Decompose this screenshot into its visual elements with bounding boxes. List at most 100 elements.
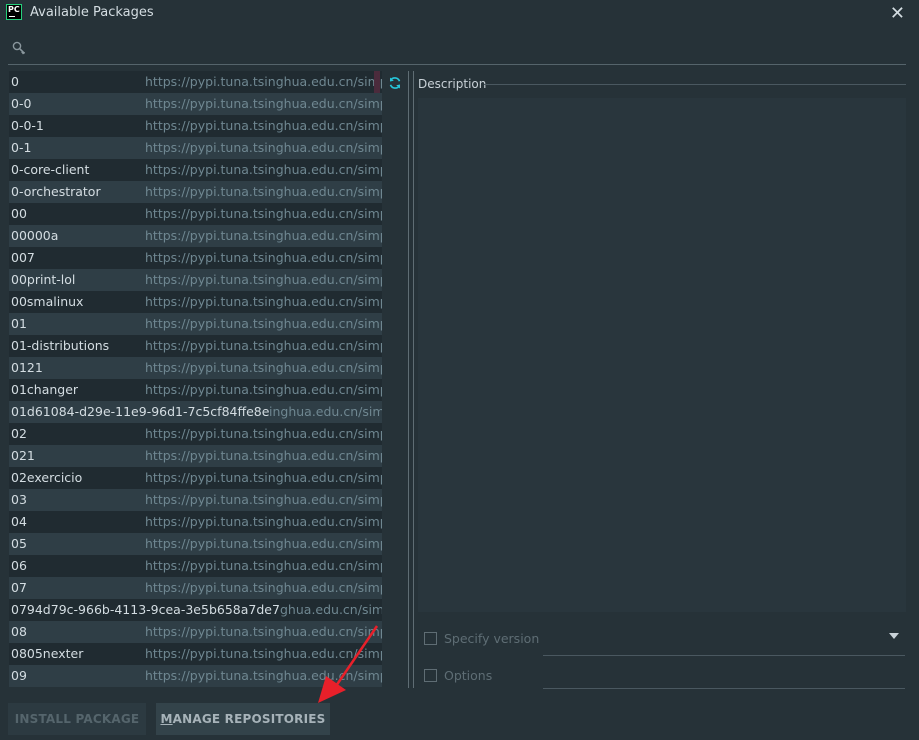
package-repo-url: https://pypi.tuna.tsinghua.edu.cn/simple… [145,492,382,507]
package-row[interactable]: https://pypi.tuna.tsinghua.edu.cn/simple… [9,159,382,181]
package-repo-url: https://pypi.tuna.tsinghua.edu.cn/simple… [145,250,382,265]
package-name: 007 [11,250,35,265]
package-row[interactable]: https://pypi.tuna.tsinghua.edu.cn/simple… [9,379,382,401]
package-name: 09 [11,668,27,683]
manage-repositories-button[interactable]: MANAGE REPOSITORIES [156,703,330,735]
package-repo-url: https://pypi.tuna.tsinghua.edu.cn/simple… [145,338,382,353]
package-repo-url: https://pypi.tuna.tsinghua.edu.cn/simple… [145,558,382,573]
package-repo-url: https://pypi.tuna.tsinghua.edu.cn/simple… [145,360,382,375]
package-row[interactable]: https://pypi.tuna.tsinghua.edu.cn/simple… [9,93,382,115]
package-repo-url: https://pypi.tuna.tsinghua.edu.cn/simple… [145,294,382,309]
refresh-icon[interactable] [388,76,402,90]
package-row[interactable]: https://pypi.tuna.tsinghua.edu.cn/simple… [9,555,382,577]
package-name: 00000a [11,228,59,243]
package-name: 01 [11,316,27,331]
package-repo-url: https://pypi.tuna.tsinghua.edu.cn/simple… [145,162,382,177]
package-row[interactable]: https://pypi.tuna.tsinghua.edu.cn/simple… [9,247,382,269]
pycharm-logo-icon: PC [6,4,22,20]
chevron-down-icon[interactable] [889,633,899,639]
package-name: 01d61084-d29e-11e9-96d1-7c5cf84ffe8e [11,404,270,419]
options-input[interactable] [543,688,905,689]
package-row[interactable]: https://pypi.tuna.tsinghua.edu.cn/simple… [9,137,382,159]
package-row[interactable]: https://pypi.tuna.tsinghua.edu.cn/simple… [9,467,382,489]
package-name: 0 [11,74,19,89]
package-row[interactable]: https://pypi.tuna.tsinghua.edu.cn/simple… [9,269,382,291]
package-name: 0121 [11,360,43,375]
panel-splitter[interactable] [408,71,414,688]
package-row[interactable]: https://pypi.tuna.tsinghua.edu.cn/simple… [9,665,382,687]
search-icon [12,41,26,55]
package-row[interactable]: https://pypi.tuna.tsinghua.edu.cn/simple… [9,489,382,511]
package-list[interactable]: https://pypi.tuna.tsinghua.edu.cn/simple… [9,71,382,687]
options-checkbox[interactable] [424,669,437,682]
package-name: 021 [11,448,35,463]
package-row[interactable]: https://pypi.tuna.tsinghua.edu.cn/simple… [9,71,382,93]
package-name: 05 [11,536,27,551]
package-row[interactable]: https://pypi.tuna.tsinghua.edu.cn/simple… [9,225,382,247]
package-name: 06 [11,558,27,573]
package-row[interactable]: https://pypi.tuna.tsinghua.edu.cn/simple… [9,621,382,643]
package-row[interactable]: https://pypi.tuna.tsinghua.edu.cn/simple… [9,203,382,225]
version-combo[interactable] [543,655,905,656]
package-row[interactable]: https://pypi.tuna.tsinghua.edu.cn/simple… [9,335,382,357]
package-repo-url: https://pypi.tuna.tsinghua.edu.cn/simple… [145,228,382,243]
install-package-button[interactable]: INSTALL PACKAGE [8,703,146,735]
package-row[interactable]: inghua.edu.cn/simple/01d61084-d29e-11e9-… [9,401,382,423]
package-name: 0-0-1 [11,118,44,133]
package-row[interactable]: https://pypi.tuna.tsinghua.edu.cn/simple… [9,511,382,533]
package-repo-url: https://pypi.tuna.tsinghua.edu.cn/simple… [145,646,382,661]
package-row[interactable]: https://pypi.tuna.tsinghua.edu.cn/simple… [9,115,382,137]
package-name: 00 [11,206,27,221]
package-name: 01changer [11,382,79,397]
package-row[interactable]: https://pypi.tuna.tsinghua.edu.cn/simple… [9,577,382,599]
package-name: 0794d79c-966b-4113-9cea-3e5b658a7de7 [11,602,280,617]
package-row[interactable]: https://pypi.tuna.tsinghua.edu.cn/simple… [9,313,382,335]
package-row[interactable]: https://pypi.tuna.tsinghua.edu.cn/simple… [9,181,382,203]
package-repo-url: https://pypi.tuna.tsinghua.edu.cn/simple… [145,668,382,683]
package-repo-url: https://pypi.tuna.tsinghua.edu.cn/simple… [145,184,382,199]
search-field[interactable] [8,36,906,65]
package-repo-url: https://pypi.tuna.tsinghua.edu.cn/simple… [145,514,382,529]
package-name: 04 [11,514,27,529]
package-name: 07 [11,580,27,595]
package-name: 00smalinux [11,294,84,309]
description-divider [484,84,906,85]
description-panel [418,98,906,612]
package-name: 02 [11,426,27,441]
package-name: 0-1 [11,140,32,155]
package-name: 00print-lol [11,272,76,287]
package-repo-url: https://pypi.tuna.tsinghua.edu.cn/simple… [145,470,382,485]
package-row[interactable]: https://pypi.tuna.tsinghua.edu.cn/simple… [9,291,382,313]
package-repo-url: https://pypi.tuna.tsinghua.edu.cn/simple… [145,206,382,221]
package-row[interactable]: https://pypi.tuna.tsinghua.edu.cn/simple… [9,533,382,555]
package-row[interactable]: https://pypi.tuna.tsinghua.edu.cn/simple… [9,643,382,665]
selection-marker [374,71,380,93]
package-row[interactable]: https://pypi.tuna.tsinghua.edu.cn/simple… [9,357,382,379]
package-repo-url: ghua.edu.cn/simple/ [280,602,382,617]
package-repo-url: https://pypi.tuna.tsinghua.edu.cn/simple… [145,74,382,89]
package-repo-url: https://pypi.tuna.tsinghua.edu.cn/simple… [145,272,382,287]
specify-version-label: Specify version [444,631,540,646]
package-name: 0805nexter [11,646,84,661]
package-repo-url: https://pypi.tuna.tsinghua.edu.cn/simple… [145,426,382,441]
package-repo-url: https://pypi.tuna.tsinghua.edu.cn/simple… [145,96,382,111]
package-row[interactable]: https://pypi.tuna.tsinghua.edu.cn/simple… [9,445,382,467]
package-name: 0-core-client [11,162,90,177]
package-repo-url: https://pypi.tuna.tsinghua.edu.cn/simple… [145,382,382,397]
package-repo-url: https://pypi.tuna.tsinghua.edu.cn/simple… [145,580,382,595]
package-repo-url: https://pypi.tuna.tsinghua.edu.cn/simple… [145,624,382,639]
package-repo-url: inghua.edu.cn/simple/ [269,404,382,419]
package-repo-url: https://pypi.tuna.tsinghua.edu.cn/simple… [145,140,382,155]
package-name: 03 [11,492,27,507]
package-name: 01-distributions [11,338,110,353]
close-icon[interactable]: ✕ [890,3,905,24]
package-name: 02exercicio [11,470,83,485]
package-name: 0-0 [11,96,32,111]
package-repo-url: https://pypi.tuna.tsinghua.edu.cn/simple… [145,448,382,463]
package-row[interactable]: ghua.edu.cn/simple/0794d79c-966b-4113-9c… [9,599,382,621]
options-label: Options [444,668,493,683]
specify-version-checkbox[interactable] [424,632,437,645]
description-header: Description [418,77,487,91]
package-row[interactable]: https://pypi.tuna.tsinghua.edu.cn/simple… [9,423,382,445]
package-repo-url: https://pypi.tuna.tsinghua.edu.cn/simple… [145,536,382,551]
